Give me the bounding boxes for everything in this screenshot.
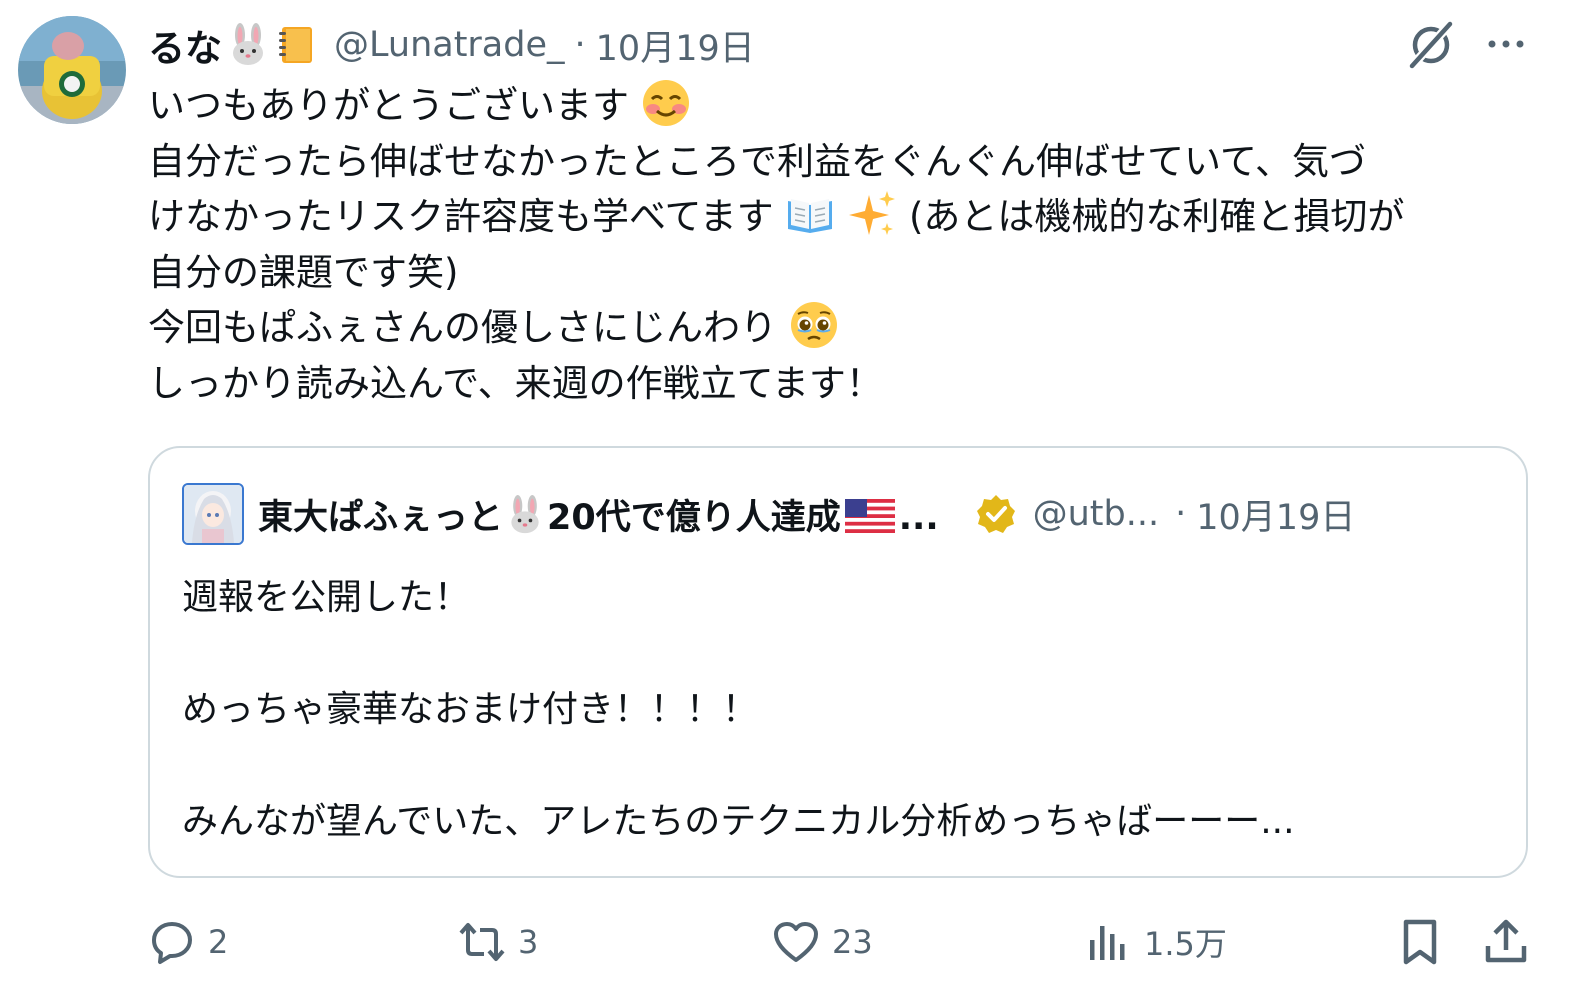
share-icon [1485,919,1527,963]
tweet-line-text: (あとは機械的な利確と損切が [908,195,1405,238]
retweet-count: 3 [518,923,539,961]
avatar-image [18,16,126,124]
quote-author-name-prefix: 東大ぱふぇっと [258,497,504,538]
bookmark-icon [1403,919,1437,965]
reply-icon [152,922,192,964]
tweet-line: 自分の課題です笑) [148,250,459,294]
smiling-face-emoji [642,80,689,126]
tweet-line-text: けなかったリスク許容度も学べてます [148,195,774,238]
quote-date[interactable]: 10月19日 [1196,489,1355,540]
quote-header-separator: · [1175,494,1187,534]
tweet-action-bar: 2 3 23 1.5万 [148,910,1538,974]
quote-line [182,626,1295,682]
tweet-header: るな @Lunatrade_ · 10月19日 [148,12,755,78]
views-bar-chart-icon [1090,926,1125,960]
rabbit-face-emoji [511,494,539,533]
header-separator: · [574,25,586,65]
quote-author-name[interactable]: 東大ぱふぇっと 20代で億り人達成 ... [258,489,939,540]
tweet-date[interactable]: 10月19日 [596,20,755,71]
tweet-line: けなかったリスク許容度も学べてます (あとは機械的な利確と損切が [148,189,1538,245]
like-button[interactable]: 23 [772,910,873,974]
tweet-line: しっかり読み込んで、来週の作戦立てます！ [148,361,883,405]
quote-line: みんなが望んでいた、アレたちのテクニカル分析めっちゃばーーー... [182,801,1295,842]
tweet-line-text: いつもありがとうございます [148,84,629,127]
heart-icon [774,922,818,962]
reply-button[interactable]: 2 [148,910,228,974]
quote-line: めっちゃ豪華なおまけ付き！！！！ [182,689,759,730]
more-options-icon[interactable] [1484,28,1528,60]
quote-header: 東大ぱふぇっと 20代で億り人達成 ... @utb... · 10月19日 [182,482,1355,546]
open-book-emoji [788,199,833,233]
like-count: 23 [832,923,873,961]
tweet-line: 自分だったら伸ばせなかったところで利益をぐんぐん伸ばせていて、気づ [148,139,1367,183]
grok-icon[interactable] [1404,18,1458,72]
notebook-emoji [279,27,312,63]
quote-text: 週報を公開した！ めっちゃ豪華なおまけ付き！！！！ みんなが望んでいた、アレたち… [182,570,1295,850]
author-name[interactable]: るな [148,18,222,72]
reply-count: 2 [208,923,229,961]
retweet-icon [459,923,505,961]
tweet-line: いつもありがとうございます [148,78,1538,134]
tweet-line-text: 今回もぱふぇさんの優しさにじんわり [148,306,777,349]
tweet-text: いつもありがとうございます 自分だったら伸ばせなかったところで利益をぐんぐん伸ば… [148,78,1538,411]
share-button[interactable] [1482,910,1530,974]
quote-line: 週報を公開した！ [182,577,471,618]
quote-line [182,738,1295,794]
retweet-button[interactable]: 3 [458,910,538,974]
quote-author-handle[interactable]: @utb... [1033,494,1160,534]
bookmark-button[interactable] [1396,910,1444,974]
verified-badge-icon[interactable] [975,493,1017,535]
author-avatar[interactable] [18,16,126,124]
us-flag-emoji [844,498,895,533]
quote-avatar-image [184,485,242,543]
pleading-face-emoji [790,302,837,348]
quote-author-avatar[interactable] [182,483,244,545]
quote-tweet-card[interactable]: 東大ぱふぇっと 20代で億り人達成 ... @utb... · 10月19日 週… [148,446,1528,878]
rabbit-face-emoji [233,23,263,65]
views-button[interactable]: 1.5万 [1084,910,1227,974]
quote-author-name-ellipsis: ... [898,497,939,538]
tweet-line: 今回もぱふぇさんの優しさにじんわり [148,300,1538,356]
sparkles-emoji [849,191,896,235]
quote-author-name-suffix: 20代で億り人達成 [547,497,841,538]
author-handle[interactable]: @Lunatrade_ [334,25,565,65]
views-count: 1.5万 [1144,925,1227,963]
